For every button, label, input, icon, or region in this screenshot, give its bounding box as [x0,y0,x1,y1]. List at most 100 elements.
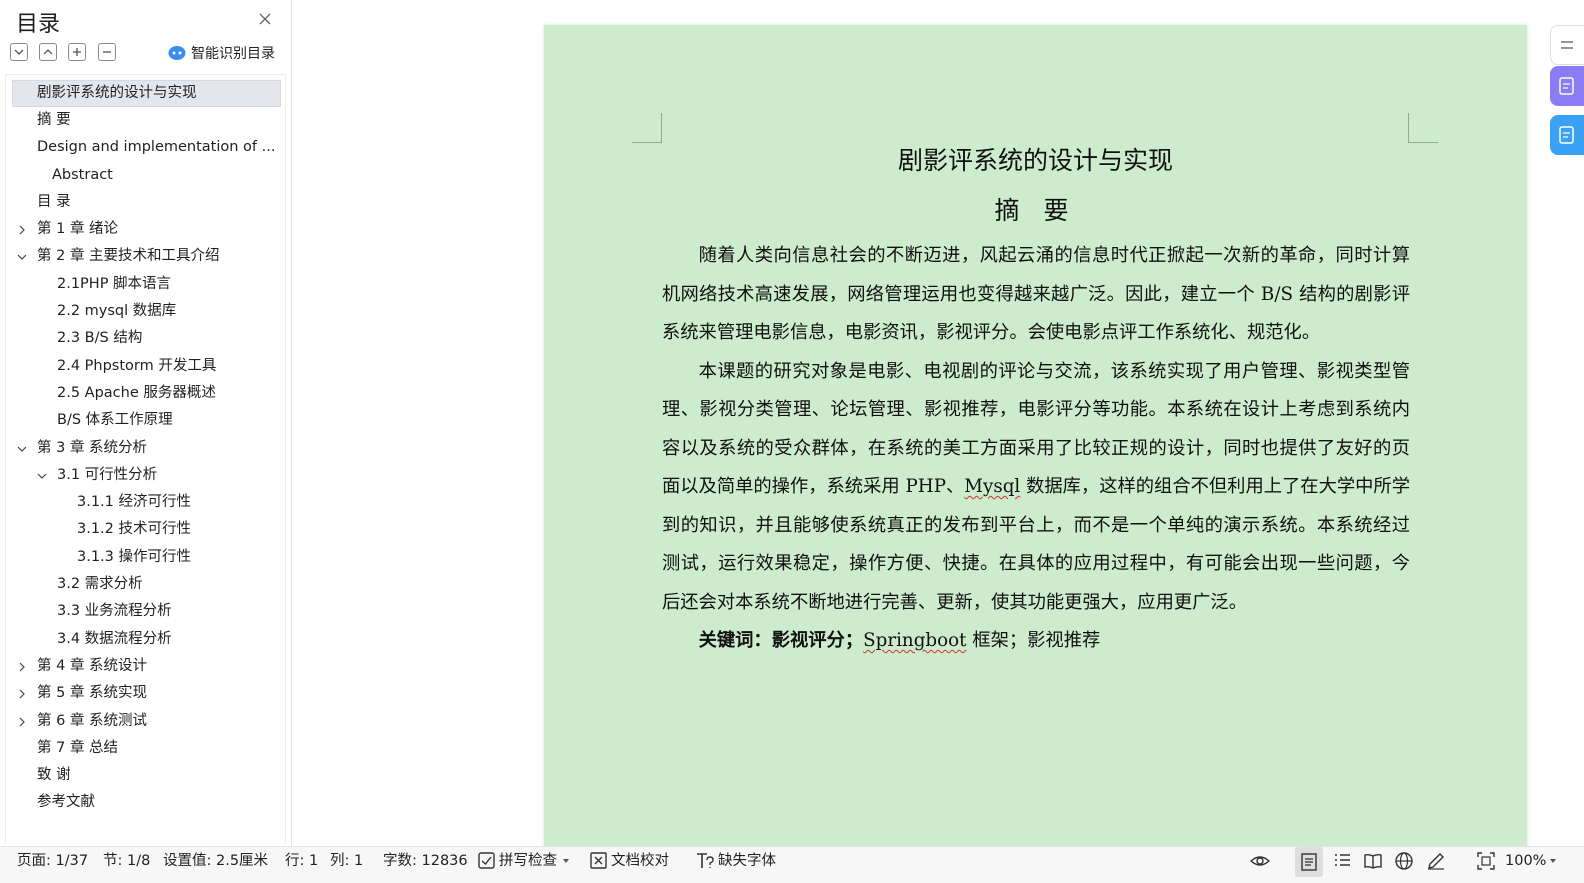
web-view-icon[interactable] [1394,851,1414,871]
page-view-icon [1301,853,1317,871]
toc-item-label: 剧影评系统的设计与实现 [37,85,197,101]
toc-item-label: 3.1.1 经济可行性 [77,494,192,511]
toc-item[interactable]: 3.2 需求分析 [6,571,285,598]
outline-view-icon[interactable] [1332,851,1352,871]
chevron-down-icon[interactable] [17,252,27,262]
toc-item[interactable]: 第 3 章 系统分析 [6,435,285,462]
page-view-button[interactable] [1295,847,1323,877]
reading-mode-icon[interactable] [1363,851,1383,871]
document-body: 随着人类向信息社会的不断迈进，风起云涌的信息时代正掀起一次新的革命，同时计算机网… [662,237,1410,661]
missing-font-button[interactable]: 缺失字体 [718,847,776,877]
toc-item[interactable]: 3.1 可行性分析 [6,462,285,489]
add-heading-icon[interactable] [68,43,86,61]
write-mode-icon[interactable] [1426,851,1446,871]
document-assistant-button[interactable] [1550,115,1584,155]
toc-item-label: 摘 要 [37,112,71,128]
toc-item-label: 3.1.2 技术可行性 [77,521,192,538]
toc-item[interactable]: 2.2 mysql 数据库 [6,298,285,325]
chevron-down-icon[interactable] [1549,857,1557,865]
toc-item[interactable]: 3.1.3 操作可行性 [6,544,285,571]
chevron-right-icon[interactable] [17,717,27,727]
toc-item-label: 第 1 章 绪论 [37,221,119,238]
close-icon[interactable] [256,10,274,28]
toc-panel: 剧影评系统的设计与实现摘 要 Design and implementation … [5,74,286,844]
toc-item[interactable]: 2.1PHP 脚本语言 [6,271,285,298]
toc-item-label: 2.2 mysql 数据库 [57,303,177,320]
toc-item[interactable]: 2.4 Phpstorm 开发工具 [6,353,285,380]
toc-item[interactable]: 第 6 章 系统测试 [6,708,285,735]
collapse-panel-button[interactable] [1550,25,1584,65]
smart-toc-button[interactable]: 智能识别目录 [168,42,275,64]
toc-item-label: Design and implementation of ... [37,139,276,156]
remove-heading-icon[interactable] [98,43,116,61]
doc-proof-icon[interactable] [589,851,609,871]
toc-item[interactable]: 摘 要 [6,107,285,134]
chevron-right-icon[interactable] [17,689,27,699]
section-indicator[interactable]: 节: 1/8 [103,847,150,877]
setting-value-indicator[interactable]: 设置值: 2.5厘米 [163,847,268,877]
abstract-paragraph-2: 本课题的研究对象是电影、电视剧的评论与交流，该系统实现了用户管理、影视类型管理、… [662,353,1410,623]
page-indicator[interactable]: 页面: 1/37 [17,847,88,877]
column-indicator: 列: 1 [330,853,364,869]
toc-item-label: Abstract [52,166,113,183]
toc-sidebar: 目录 智能识别目录 剧影评系统的设计与实现摘 要 Design and impl… [0,0,292,846]
chevron-right-icon[interactable] [17,225,27,235]
fit-page-icon[interactable] [1476,851,1496,871]
spellcheck-button[interactable]: 拼写检查 [499,847,557,877]
toc-item-label: 3.1 可行性分析 [57,466,158,483]
toc-item[interactable]: 3.1.1 经济可行性 [6,489,285,516]
toc-item-label: 2.1PHP 脚本语言 [57,275,172,292]
eye-protection-icon[interactable] [1250,851,1270,871]
toc-item-label: 3.1.3 操作可行性 [77,548,192,565]
chevron-down-icon[interactable] [17,444,27,454]
toc-item[interactable]: 第 1 章 绪论 [6,216,285,243]
toc-item[interactable]: 目 录 [6,189,285,216]
toc-item-label: 第 3 章 系统分析 [37,439,148,456]
zoom-level[interactable]: 100% [1505,847,1546,877]
toc-item[interactable]: 致 谢 [6,762,285,789]
chevron-down-icon[interactable] [562,857,570,865]
missing-font-icon[interactable] [695,851,715,871]
margin-corner-mark [1408,113,1438,143]
document-icon [1559,126,1574,144]
toc-item[interactable]: Abstract [6,162,285,189]
spelling-error-word[interactable]: Mysql [964,476,1020,497]
document-icon [1559,77,1574,95]
toc-item[interactable]: 第 5 章 系统实现 [6,680,285,707]
collapse-all-icon[interactable] [39,43,57,61]
toc-item[interactable]: 2.3 B/S 结构 [6,325,285,352]
spelling-error-word[interactable]: Springboot [863,630,966,651]
toc-item-label: 参考文献 [37,794,95,811]
toc-item-label: 第 4 章 系统设计 [37,657,148,674]
toc-item[interactable]: 3.4 数据流程分析 [6,626,285,653]
toc-item[interactable]: B/S 体系工作原理 [6,407,285,434]
ai-writing-button[interactable] [1550,66,1584,106]
toc-item[interactable]: 2.5 Apache 服务器概述 [6,380,285,407]
document-canvas[interactable]: 剧影评系统的设计与实现 摘 要 随着人类向信息社会的不断迈进，风起云涌的信息时代… [293,0,1584,846]
word-count[interactable]: 字数: 12836 [383,847,468,877]
toc-item[interactable]: 第 7 章 总结 [6,735,285,762]
panel-icon [1561,41,1573,49]
toc-item[interactable]: 第 2 章 主要技术和工具介绍 [6,243,285,270]
toc-title: 目录 [16,12,61,37]
toc-item-label: 目 录 [37,193,71,210]
status-bar: 页面: 1/37 节: 1/8 设置值: 2.5厘米 行: 1 列: 1 字数:… [0,846,1584,883]
doc-proof-button[interactable]: 文档校对 [611,847,669,877]
document-page[interactable]: 剧影评系统的设计与实现 摘 要 随着人类向信息社会的不断迈进，风起云涌的信息时代… [544,25,1527,846]
expand-all-icon[interactable] [10,43,28,61]
chevron-down-icon[interactable] [37,471,47,481]
toc-item-label: 3.4 数据流程分析 [57,630,172,647]
keywords-text: 框架；影视推荐 [966,630,1101,651]
toc-item[interactable]: 第 4 章 系统设计 [6,653,285,680]
toc-item-label: 致 谢 [37,767,71,784]
toc-item-label: 2.3 B/S 结构 [57,330,143,347]
toc-item[interactable]: 参考文献 [6,789,285,816]
ai-assistant-icon [168,46,186,60]
toc-item[interactable]: 剧影评系统的设计与实现 [12,80,281,107]
toc-item[interactable]: 3.3 业务流程分析 [6,598,285,625]
spellcheck-icon[interactable] [477,851,497,871]
toc-item[interactable]: 3.1.2 技术可行性 [6,516,285,543]
toc-item-label: 3.3 业务流程分析 [57,603,172,620]
toc-item[interactable]: Design and implementation of ... [6,134,285,161]
chevron-right-icon[interactable] [17,662,27,672]
